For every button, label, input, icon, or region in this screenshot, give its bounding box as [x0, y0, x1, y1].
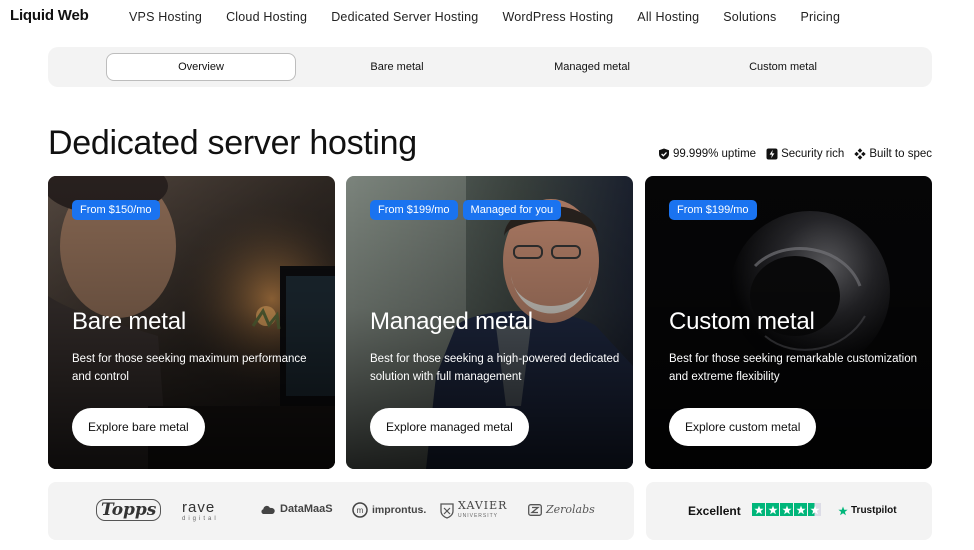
nav-item-pricing[interactable]: Pricing — [800, 10, 840, 24]
card-title: Bare metal — [72, 308, 187, 335]
crest-icon — [440, 503, 454, 519]
card-description: Best for those seeking maximum performan… — [72, 353, 307, 383]
tab-custom-metal[interactable]: Custom metal — [688, 53, 878, 81]
nav-item-cloud-hosting[interactable]: Cloud Hosting — [226, 10, 307, 24]
explore-bare-metal-button[interactable]: Explore bare metal — [72, 408, 205, 446]
grid-diamond-icon — [854, 148, 867, 160]
badge-group: From $150/mo — [72, 200, 160, 220]
star-icon — [752, 503, 765, 516]
trustpilot-rating[interactable]: Excellent Trustpilot — [646, 482, 932, 540]
feature-label: Security rich — [781, 148, 845, 160]
product-tab-bar: Overview Bare metal Managed metal Custom… — [48, 47, 932, 87]
improntus-logo: m improntus. — [352, 502, 426, 518]
topps-logo: Topps — [96, 499, 162, 521]
nav-item-vps-hosting[interactable]: VPS Hosting — [129, 10, 202, 24]
managed-badge: Managed for you — [462, 200, 562, 220]
rave-digital-logo: rave digital — [182, 499, 219, 522]
xavier-university-logo: XAVIER UNIVERSITY — [440, 500, 507, 522]
tab-managed-metal[interactable]: Managed metal — [497, 53, 687, 81]
rating-label: Excellent — [688, 504, 741, 518]
feature-highlights: 99.999% uptime Security rich Built to sp… — [658, 148, 932, 160]
star-icon — [780, 503, 793, 516]
card-bare-metal: From $150/mo Bare metal Best for those s… — [48, 176, 335, 469]
feature-security: Security rich — [766, 148, 844, 160]
shield-check-icon — [658, 148, 669, 160]
tab-bare-metal[interactable]: Bare metal — [302, 53, 492, 81]
price-badge: From $199/mo — [370, 200, 458, 220]
half-star-icon — [808, 503, 821, 516]
card-title: Custom metal — [669, 308, 815, 335]
card-managed-metal: From $199/mo Managed for you Managed met… — [346, 176, 633, 469]
top-navigation: Liquid Web VPS Hosting Cloud Hosting Ded… — [0, 0, 974, 34]
z-box-icon — [528, 503, 542, 516]
lightning-icon — [766, 148, 778, 160]
page-title: Dedicated server hosting — [48, 124, 417, 162]
nav-item-all-hosting[interactable]: All Hosting — [637, 10, 699, 24]
explore-custom-metal-button[interactable]: Explore custom metal — [669, 408, 817, 446]
price-badge: From $199/mo — [669, 200, 757, 220]
star-icon — [766, 503, 779, 516]
feature-label: 99.999% uptime — [672, 148, 757, 160]
brand-logo[interactable]: Liquid Web — [10, 7, 89, 24]
trustpilot-logo: Trustpilot — [838, 505, 897, 516]
feature-label: Built to spec — [869, 148, 932, 160]
card-title: Managed metal — [370, 308, 533, 335]
feature-uptime: 99.999% uptime — [658, 148, 756, 160]
card-description: Best for those seeking a high-powered de… — [370, 353, 620, 383]
zerolabs-logo: Zerolabs — [528, 503, 595, 516]
main-nav: VPS Hosting Cloud Hosting Dedicated Serv… — [129, 10, 864, 24]
nav-item-wordpress-hosting[interactable]: WordPress Hosting — [502, 10, 613, 24]
client-logos-strip: Topps rave digital DataMaaS m improntus.… — [48, 482, 634, 540]
card-description: Best for those seeking remarkable custom… — [669, 353, 918, 383]
trustpilot-star-icon — [838, 506, 848, 515]
badge-group: From $199/mo Managed for you — [370, 200, 562, 220]
cloud-icon — [261, 505, 275, 514]
nav-item-solutions[interactable]: Solutions — [723, 10, 776, 24]
feature-built-to-spec: Built to spec — [854, 148, 932, 160]
svg-text:m: m — [357, 506, 364, 515]
explore-managed-metal-button[interactable]: Explore managed metal — [370, 408, 529, 446]
star-icon — [794, 503, 807, 516]
price-badge: From $150/mo — [72, 200, 160, 220]
badge-group: From $199/mo — [669, 200, 757, 220]
card-custom-metal: From $199/mo Custom metal Best for those… — [645, 176, 932, 469]
datamaas-logo: DataMaaS — [260, 503, 333, 515]
m-circle-icon: m — [352, 502, 368, 518]
nav-item-dedicated-server-hosting[interactable]: Dedicated Server Hosting — [331, 10, 478, 24]
tab-overview[interactable]: Overview — [106, 53, 296, 81]
rating-stars — [752, 503, 821, 516]
